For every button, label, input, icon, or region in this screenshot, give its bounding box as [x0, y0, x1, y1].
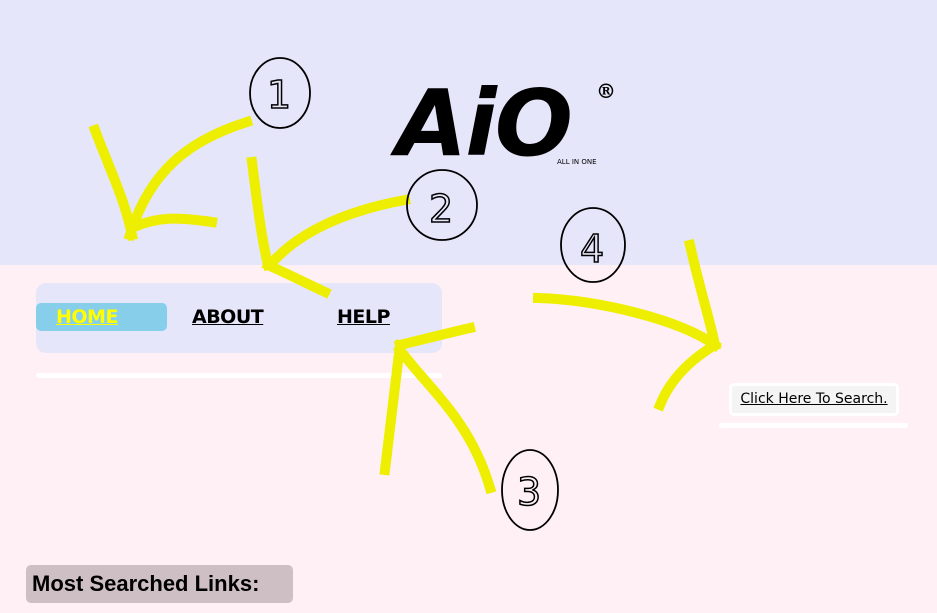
most-searched-heading: Most Searched Links: — [26, 565, 293, 603]
annotation-3: 3 — [517, 470, 541, 514]
arrow-4 — [532, 239, 722, 412]
nav-about[interactable]: ABOUT — [192, 303, 264, 331]
logo-tagline: ALL IN ONE — [557, 158, 597, 166]
nav-divider — [36, 373, 442, 378]
search-link[interactable]: Click Here To Search. — [729, 383, 899, 416]
header: AiO ® ALL IN ONE — [0, 0, 937, 265]
nav-help[interactable]: HELP — [337, 303, 390, 331]
registered-mark: ® — [596, 79, 616, 103]
search-divider — [719, 423, 908, 428]
nav-home[interactable]: HOME — [36, 303, 167, 331]
nav-bar: HOME ABOUT HELP — [36, 283, 442, 353]
logo: AiO — [396, 70, 573, 177]
